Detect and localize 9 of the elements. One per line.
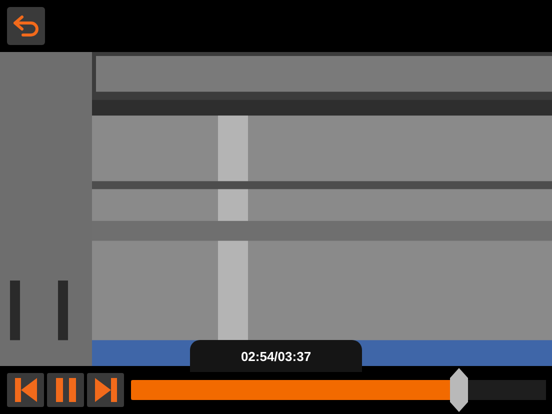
skip-forward-icon — [92, 377, 118, 403]
previous-button[interactable] — [7, 373, 44, 407]
progress-handle[interactable] — [450, 368, 468, 412]
time-label: 02:54/03:37 — [240, 348, 312, 364]
back-arrow-icon — [12, 14, 40, 38]
pause-button[interactable] — [47, 373, 84, 407]
next-button[interactable] — [87, 373, 124, 407]
skip-back-icon — [12, 377, 38, 403]
back-button[interactable] — [7, 7, 45, 45]
